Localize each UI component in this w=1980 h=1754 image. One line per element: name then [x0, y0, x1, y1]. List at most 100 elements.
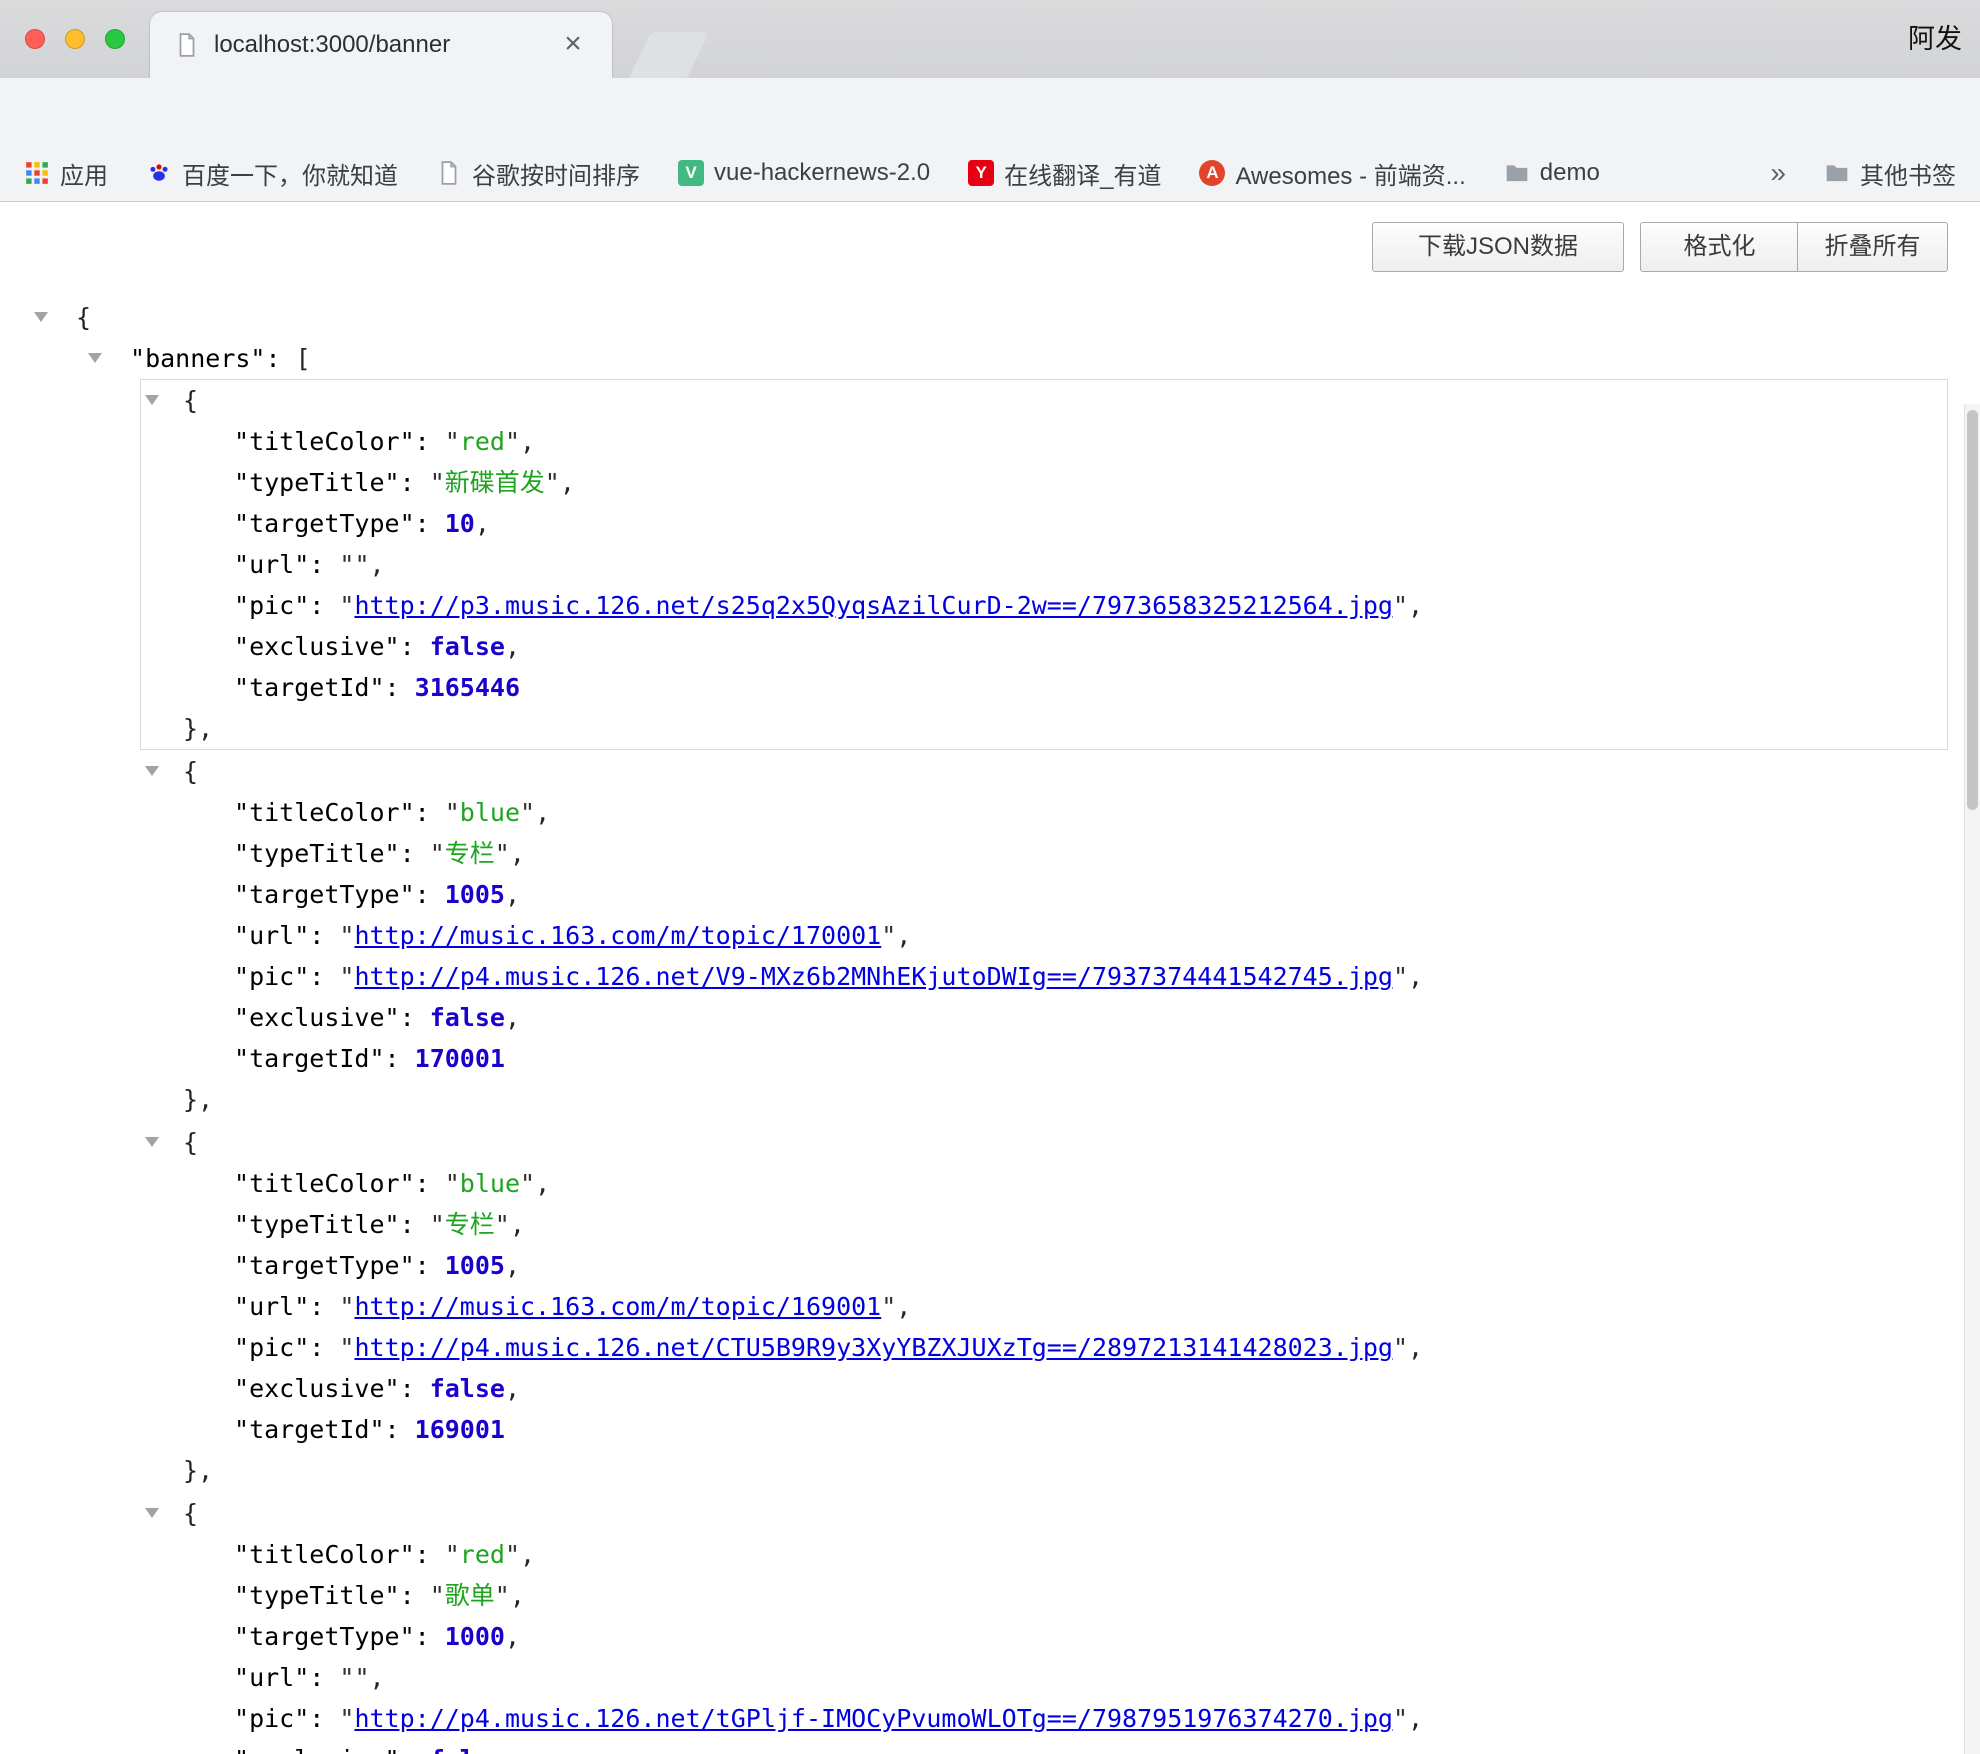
json-tree: { banners[ { titleColorred typeTitle新碟首发…: [0, 202, 1964, 1754]
json-key: exclusive: [234, 632, 430, 661]
collapse-triangle-icon[interactable]: [145, 1137, 159, 1147]
open-brace: {: [183, 386, 198, 415]
json-key: pic: [234, 962, 339, 991]
comma: [475, 509, 490, 538]
json-string-value: blue: [445, 1169, 535, 1198]
json-string-value: red: [445, 1540, 520, 1569]
collapse-triangle-icon[interactable]: [145, 1508, 159, 1518]
json-string-value: red: [445, 427, 520, 456]
url-link[interactable]: http://music.163.com/m/topic/169001: [354, 1292, 881, 1321]
collapse-triangle-icon[interactable]: [145, 766, 159, 776]
json-key: url: [234, 550, 339, 579]
comma: [520, 427, 535, 456]
open-brace: {: [183, 1128, 198, 1157]
json-key: exclusive: [234, 1374, 430, 1403]
bookmark-label: 百度一下，你就知道: [182, 156, 398, 191]
profile-name[interactable]: 阿发: [1908, 0, 1962, 78]
json-string-value: http://p4.music.126.net/tGPljf-IMOCyPvum…: [339, 1704, 1408, 1733]
comma: [896, 1292, 911, 1321]
scrollbar-thumb[interactable]: [1967, 410, 1978, 810]
json-key: pic: [234, 1704, 339, 1733]
json-key: typeTitle: [234, 839, 430, 868]
json-number-value: 10: [445, 509, 475, 538]
comma: [370, 1663, 385, 1692]
json-bool-value: false: [430, 1374, 505, 1403]
bookmarks-bar: 应用 百度一下，你就知道 谷歌按时间排序 V vue-hackernews-2.…: [0, 145, 1980, 202]
open-brace: {: [76, 303, 91, 332]
url-link[interactable]: http://music.163.com/m/topic/170001: [354, 921, 881, 950]
bookmark-google-sort[interactable]: 谷歌按时间排序: [436, 156, 640, 191]
comma: [560, 468, 575, 497]
browser-toolbar: localhost:3000/banner V en FE: [0, 78, 1980, 145]
browser-tab[interactable]: localhost:3000/banner: [150, 12, 612, 78]
json-object: { titleColorred typeTitle歌单 targetType10…: [140, 1492, 1948, 1754]
comma: [1408, 1704, 1423, 1733]
pic-link[interactable]: http://p4.music.126.net/V9-MXz6b2MNhEKju…: [354, 962, 1393, 991]
collapse-triangle-icon[interactable]: [88, 353, 102, 363]
close-brace: },: [183, 1456, 213, 1485]
open-bracket: [: [296, 344, 311, 373]
page-favicon-icon: [174, 32, 200, 58]
window-close-icon[interactable]: [25, 29, 45, 49]
bookmark-label: Awesomes - 前端资...: [1235, 156, 1465, 191]
bookmark-youdao[interactable]: Y 在线翻译_有道: [968, 156, 1161, 191]
json-key: titleColor: [234, 798, 445, 827]
bookmark-vue-hackernews[interactable]: V vue-hackernews-2.0: [678, 159, 930, 187]
comma: [505, 1745, 520, 1754]
json-string-value: 专栏: [430, 839, 510, 868]
bookmark-label: 其他书签: [1860, 156, 1956, 191]
json-number-value: 1005: [445, 1251, 505, 1280]
json-key: typeTitle: [234, 1581, 430, 1610]
collapse-triangle-icon[interactable]: [34, 312, 48, 322]
json-key: banners: [130, 344, 296, 373]
pic-link[interactable]: http://p4.music.126.net/tGPljf-IMOCyPvum…: [354, 1704, 1393, 1733]
bookmark-other-folder[interactable]: 其他书签: [1824, 156, 1956, 191]
json-key: url: [234, 1663, 339, 1692]
pic-link[interactable]: http://p3.music.126.net/s25q2x5QyqsAzilC…: [354, 591, 1393, 620]
json-key: url: [234, 921, 339, 950]
baidu-paw-icon: [146, 160, 172, 186]
collapse-triangle-icon[interactable]: [145, 395, 159, 405]
page-content: 下载JSON数据 格式化 折叠所有 { banners[ { titleColo…: [0, 202, 1980, 1754]
comma: [505, 1622, 520, 1651]
comma: [505, 1003, 520, 1032]
bookmark-label: vue-hackernews-2.0: [714, 159, 930, 187]
comma: [535, 1169, 550, 1198]
bookmark-label: demo: [1540, 159, 1600, 187]
json-key: targetType: [234, 509, 445, 538]
json-bool-value: false: [430, 1745, 505, 1754]
comma: [505, 1374, 520, 1403]
folder-icon: [1504, 160, 1530, 186]
json-number-value: 169001: [415, 1415, 505, 1444]
bookmark-awesomes[interactable]: A Awesomes - 前端资...: [1199, 156, 1465, 191]
pic-link[interactable]: http://p4.music.126.net/CTU5B9R9y3XyYBZX…: [354, 1333, 1393, 1362]
json-key: targetId: [234, 1415, 415, 1444]
bookmark-label: 应用: [60, 156, 108, 191]
new-tab-button[interactable]: [629, 32, 709, 78]
comma: [1408, 1333, 1423, 1362]
json-key: exclusive: [234, 1003, 430, 1032]
json-object: { titleColorblue typeTitle专栏 targetType1…: [140, 1121, 1948, 1492]
comma: [505, 632, 520, 661]
json-key: targetId: [234, 1044, 415, 1073]
json-object: { titleColorred typeTitle新碟首发 targetType…: [140, 379, 1948, 750]
scrollbar[interactable]: [1964, 404, 1980, 1754]
bookmark-baidu[interactable]: 百度一下，你就知道: [146, 156, 398, 191]
json-key: typeTitle: [234, 468, 430, 497]
tab-close-icon[interactable]: [556, 28, 590, 62]
vue-icon: V: [678, 160, 704, 186]
json-string-value: [339, 1663, 369, 1692]
comma: [510, 1581, 525, 1610]
page-icon: [436, 160, 462, 186]
bookmark-apps[interactable]: 应用: [24, 156, 108, 191]
window-fullscreen-icon[interactable]: [105, 29, 125, 49]
json-string-value: 新碟首发: [430, 468, 560, 497]
json-key: targetType: [234, 1622, 445, 1651]
comma: [535, 798, 550, 827]
bookmark-folder-demo[interactable]: demo: [1504, 159, 1600, 187]
json-key: pic: [234, 591, 339, 620]
json-string-value: http://p4.music.126.net/CTU5B9R9y3XyYBZX…: [339, 1333, 1408, 1362]
json-string-value: [339, 550, 369, 579]
window-minimize-icon[interactable]: [65, 29, 85, 49]
bookmarks-overflow-chevron[interactable]: »: [1770, 157, 1786, 189]
